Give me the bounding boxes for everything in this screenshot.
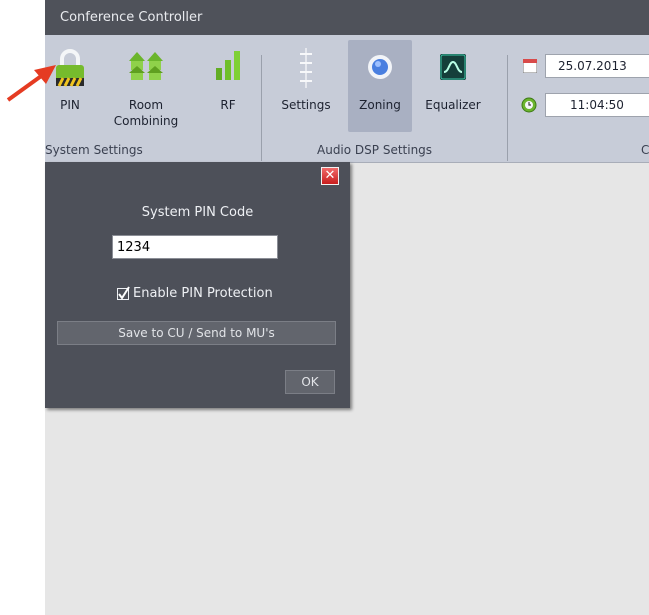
time-value: 11:04:50 xyxy=(570,98,624,112)
pin-protection-option[interactable]: Enable PIN Protection xyxy=(117,285,273,301)
window-title: Conference Controller xyxy=(60,10,203,25)
pointer-arrow-icon xyxy=(6,62,60,105)
checkmark-icon xyxy=(118,285,130,300)
group-divider xyxy=(261,55,262,161)
zoning-icon xyxy=(367,54,393,83)
audio-dsp-settings-group-label: Audio DSP Settings xyxy=(317,143,433,157)
save-send-button[interactable]: Save to CU / Send to MU's xyxy=(57,321,336,345)
pin-dialog: ✕ System PIN Code Enable PIN Protection … xyxy=(45,162,350,408)
pin-code-input[interactable] xyxy=(112,235,278,259)
date-field[interactable]: 25.07.2013 xyxy=(545,54,649,78)
time-field[interactable]: 11:04:50 xyxy=(545,93,649,117)
pin-protection-label: Enable PIN Protection xyxy=(133,286,273,301)
ok-button[interactable]: OK xyxy=(285,370,335,394)
system-settings-group-label: System Settings xyxy=(45,143,143,157)
room-combining-button[interactable]: Room Combining xyxy=(108,40,184,132)
ribbon-toolbar: PIN Room Combining RF Settings Zoning Eq… xyxy=(45,35,649,163)
title-bar: Conference Controller xyxy=(45,0,649,35)
group-divider xyxy=(507,55,508,161)
signal-bars-icon xyxy=(215,48,241,83)
pin-protection-checkbox[interactable] xyxy=(117,285,130,300)
equalizer-button-label: Equalizer xyxy=(425,98,481,112)
sliders-icon xyxy=(296,48,316,91)
calendar-icon xyxy=(522,58,538,76)
settings-button[interactable]: Settings xyxy=(277,40,335,132)
equalizer-icon xyxy=(440,54,466,83)
room-combining-icon xyxy=(127,48,165,83)
equalizer-button[interactable]: Equalizer xyxy=(419,40,487,132)
clock-group-label: C xyxy=(641,143,649,157)
settings-button-label: Settings xyxy=(281,98,331,112)
clock-icon xyxy=(521,97,537,116)
zoning-button-label: Zoning xyxy=(359,98,401,112)
close-button[interactable]: ✕ xyxy=(321,167,339,185)
zoning-button[interactable]: Zoning xyxy=(348,40,412,132)
pin-code-label: System PIN Code xyxy=(141,205,254,220)
room-combining-button-label: Room Combining xyxy=(113,98,179,128)
rf-button[interactable]: RF xyxy=(205,40,251,132)
rf-button-label: RF xyxy=(220,98,236,112)
